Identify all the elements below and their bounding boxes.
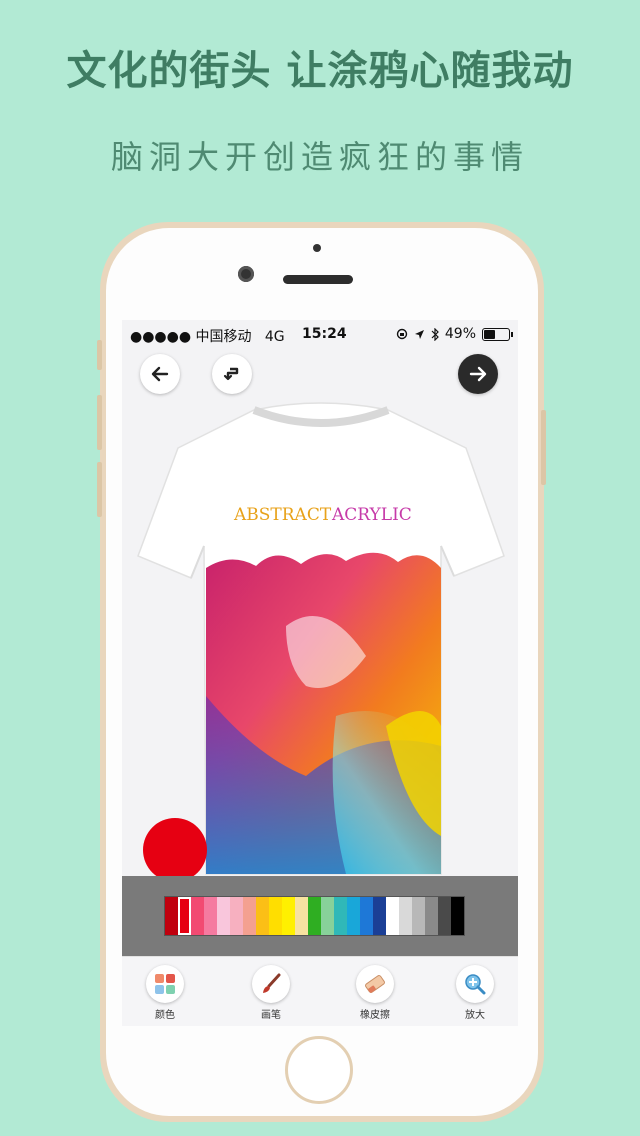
tool-zoom[interactable]: 放大 (440, 965, 510, 1021)
battery-fill (484, 329, 495, 339)
color-swatch[interactable] (425, 897, 438, 935)
color-swatch[interactable] (373, 897, 386, 935)
tool-brush[interactable]: 画笔 (236, 965, 306, 1021)
tool-color-label: 颜色 (155, 1010, 175, 1021)
front-camera (238, 266, 254, 282)
print-text-acrylic[interactable]: ACRYLIC (331, 505, 412, 525)
tshirt-canvas[interactable]: ABSTRACT ACRYLIC (136, 396, 506, 881)
back-button[interactable] (140, 354, 180, 394)
color-swatch[interactable] (412, 897, 425, 935)
battery-icon (482, 327, 513, 341)
network-label: 4G (264, 329, 285, 345)
arrow-right-icon (469, 366, 487, 382)
tool-brush-label: 画笔 (261, 1010, 281, 1021)
color-swatch[interactable] (347, 897, 360, 935)
promo-headline: 文化的街头 让涂鸦心随我动 (66, 48, 574, 94)
arrow-left-icon (151, 366, 169, 382)
color-swatch[interactable] (191, 897, 204, 935)
color-swatch[interactable] (217, 897, 230, 935)
color-swatch[interactable] (386, 897, 399, 935)
tool-color-circle (146, 965, 184, 1003)
battery-percent: 49% (444, 326, 476, 342)
zoom-in-icon (465, 974, 486, 995)
color-swatch-strip (164, 896, 465, 936)
tool-color[interactable]: 颜色 (130, 965, 200, 1021)
promo-subline: 脑洞大开创造疯狂的事情 (110, 138, 529, 176)
color-swatch[interactable] (204, 897, 217, 935)
color-swatch[interactable] (282, 897, 295, 935)
brush-icon (263, 973, 281, 993)
color-swatch[interactable] (308, 897, 321, 935)
color-swatch[interactable] (178, 897, 191, 935)
color-swatch[interactable] (269, 897, 282, 935)
color-swatch[interactable] (321, 897, 334, 935)
phone-side-button (97, 462, 102, 517)
phone-side-button (97, 395, 102, 450)
bottom-toolbar: 颜色 画笔 橡皮擦 放大 (122, 956, 518, 1026)
brush-color-preview (143, 818, 207, 887)
tool-brush-circle (252, 965, 290, 1003)
tool-eraser-circle (356, 965, 394, 1003)
location-icon (414, 329, 424, 339)
color-swatch[interactable] (243, 897, 256, 935)
proximity-sensor (313, 244, 321, 252)
color-swatch[interactable] (334, 897, 347, 935)
color-swatch[interactable] (399, 897, 412, 935)
home-button[interactable] (285, 1036, 353, 1104)
undo-icon (223, 367, 239, 381)
earpiece-speaker (283, 275, 353, 284)
color-swatch[interactable] (360, 897, 373, 935)
color-swatch[interactable] (295, 897, 308, 935)
app-screen: ●●●●● 中国移动 4G 15:24 49% ABSTRACT ACRYLIC… (122, 320, 518, 1026)
tool-eraser[interactable]: 橡皮擦 (340, 965, 410, 1021)
lock-rotation-icon (396, 328, 408, 340)
tool-zoom-label: 放大 (465, 1010, 485, 1021)
color-swatch[interactable] (230, 897, 243, 935)
carrier-label: ●●●●● 中国移动 (130, 329, 252, 345)
color-swatch[interactable] (438, 897, 451, 935)
tool-zoom-circle (456, 965, 494, 1003)
next-button[interactable] (458, 354, 498, 394)
phone-side-button (97, 340, 102, 370)
color-grid-icon (155, 974, 175, 994)
status-bar: ●●●●● 中国移动 4G 15:24 49% (122, 320, 518, 350)
tool-eraser-label: 橡皮擦 (360, 1010, 390, 1021)
status-time: 15:24 (302, 326, 347, 342)
color-palette-panel (122, 876, 518, 956)
carrier-signal: ●●●●● 中国移动 4G (130, 326, 285, 346)
eraser-icon (365, 975, 385, 993)
phone-side-button (541, 410, 546, 485)
color-swatch[interactable] (165, 897, 178, 935)
bluetooth-icon (431, 327, 439, 341)
color-swatch[interactable] (451, 897, 464, 935)
print-text-abstract[interactable]: ABSTRACT (233, 505, 332, 525)
color-swatch[interactable] (256, 897, 269, 935)
status-right: 49% (396, 326, 513, 342)
undo-button[interactable] (212, 354, 252, 394)
